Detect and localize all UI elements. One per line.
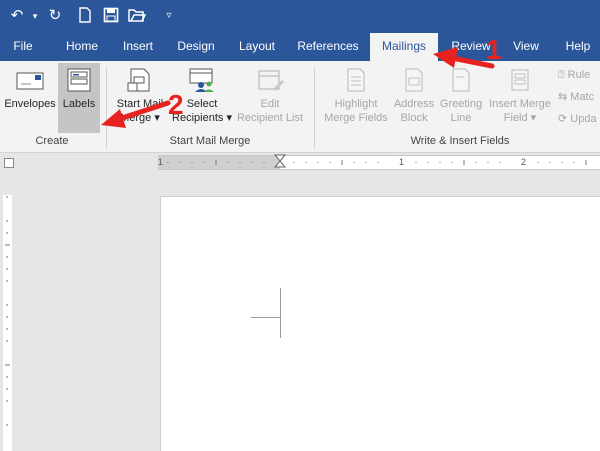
tab-view[interactable]: View <box>506 33 546 61</box>
tab-selector-icon[interactable] <box>4 158 14 168</box>
match-fields-button[interactable]: ⇆ Matc <box>558 89 594 105</box>
highlight-merge-fields-button[interactable]: Highlight Merge Fields <box>322 63 390 133</box>
update-labels-button[interactable]: ⟳ Upda <box>558 111 597 127</box>
highlight-label-2: Merge Fields <box>324 112 388 124</box>
tab-references[interactable]: References <box>292 33 364 61</box>
margin-corner-mark <box>280 288 281 338</box>
ruler-number: 1 <box>158 157 164 167</box>
vertical-ruler[interactable] <box>0 175 14 451</box>
rules-icon: ⍰ <box>558 69 565 81</box>
start-mail-merge-label-2: Merge ▾ <box>120 112 160 124</box>
greeting-line-label-2: Line <box>450 112 472 124</box>
insert-merge-field-button[interactable]: Insert Merge Field ▾ <box>486 63 554 133</box>
greeting-line-button[interactable]: Greeting Line <box>438 63 484 133</box>
tab-file[interactable]: File <box>0 33 46 61</box>
ruler-ticks <box>167 160 587 165</box>
insert-merge-field-label-2: Field ▾ <box>503 112 537 124</box>
insert-field-icon <box>511 69 529 91</box>
group-separator <box>314 67 315 149</box>
start-mail-merge-button[interactable]: Start Mail Merge ▾ <box>112 63 168 133</box>
tab-help[interactable]: Help <box>556 33 600 61</box>
greeting-line-icon <box>452 68 470 92</box>
group-separator <box>106 67 107 149</box>
title-bar: ↶ ▾ ↻ ▿ <box>0 0 600 33</box>
document-page[interactable] <box>160 196 600 451</box>
horizontal-ruler-row: 1 1 2 <box>0 153 600 173</box>
start-mail-merge-label-1: Start Mail <box>116 98 164 110</box>
highlight-label-1: Highlight <box>334 98 378 110</box>
save-icon[interactable] <box>102 7 120 25</box>
envelopes-label: Envelopes <box>4 98 56 110</box>
start-mail-merge-group-label: Start Mail Merge <box>169 135 251 147</box>
tab-mailings[interactable]: Mailings <box>370 33 438 61</box>
margin-corner-mark <box>251 317 281 318</box>
tab-design[interactable]: Design <box>170 33 222 61</box>
undo-dropdown-icon[interactable]: ▾ <box>26 7 44 25</box>
match-fields-label: Matc <box>570 91 595 103</box>
ribbon-tabs: File Home Insert Design Layout Reference… <box>0 33 600 61</box>
rules-label: Rule <box>567 69 591 81</box>
greeting-line-label-1: Greeting <box>439 98 483 110</box>
undo-icon[interactable]: ↶ <box>8 7 26 25</box>
labels-icon <box>67 68 91 92</box>
indent-marker-icon[interactable] <box>274 154 286 169</box>
annotation-number-2: 2 <box>168 89 184 120</box>
write-insert-group-label: Write & Insert Fields <box>410 135 510 147</box>
document-merge-icon <box>127 68 150 92</box>
envelope-icon <box>16 72 44 90</box>
address-block-label-1: Address <box>393 98 435 110</box>
new-document-icon[interactable] <box>76 7 94 25</box>
recipients-icon <box>189 68 214 92</box>
tab-layout[interactable]: Layout <box>230 33 284 61</box>
insert-merge-field-label-1: Insert Merge <box>489 98 551 110</box>
horizontal-ruler[interactable]: 1 1 2 <box>158 154 600 170</box>
ruler-number: 1 <box>399 157 405 167</box>
highlight-fields-icon <box>347 68 365 92</box>
edit-list-icon <box>258 70 284 91</box>
tab-insert[interactable]: Insert <box>114 33 162 61</box>
redo-icon[interactable]: ↻ <box>46 7 64 25</box>
update-labels-icon: ⟳ <box>558 113 568 125</box>
create-group-label: Create <box>35 135 69 147</box>
update-labels-label: Upda <box>570 113 597 125</box>
tab-home[interactable]: Home <box>56 33 108 61</box>
labels-button[interactable]: Labels <box>58 63 100 133</box>
rules-button[interactable]: ⍰ Rule <box>558 67 590 83</box>
envelopes-button[interactable]: Envelopes <box>2 63 58 133</box>
ruler-number: 2 <box>521 157 527 167</box>
ribbon: Envelopes Labels Create Start Mail Merge… <box>0 61 600 153</box>
edit-recipient-label-2: Recipient List <box>236 112 304 124</box>
address-block-icon <box>405 68 423 92</box>
customize-icon[interactable]: ▿ <box>160 7 178 25</box>
labels-label: Labels <box>62 98 96 110</box>
edit-recipient-list-button[interactable]: Edit Recipient List <box>234 63 306 133</box>
edit-recipient-label-1: Edit <box>260 98 280 110</box>
address-block-label-2: Block <box>400 112 428 124</box>
annotation-number-1: 1 <box>486 34 502 65</box>
match-fields-icon: ⇆ <box>558 91 568 103</box>
open-icon[interactable] <box>128 7 147 25</box>
address-block-button[interactable]: Address Block <box>392 63 436 133</box>
